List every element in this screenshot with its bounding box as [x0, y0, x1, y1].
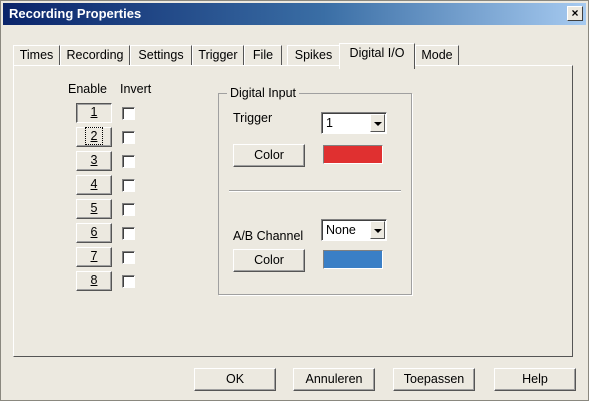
chevron-down-icon[interactable] [370, 114, 385, 132]
enable-button-1[interactable]: 1 [76, 103, 112, 123]
invert-checkbox-6[interactable] [122, 227, 135, 240]
tab-mode[interactable]: Mode [415, 45, 459, 67]
tab-file[interactable]: File [244, 45, 282, 67]
trigger-select[interactable]: 1 [321, 112, 387, 134]
tab-settings[interactable]: Settings [130, 45, 192, 67]
invert-header: Invert [120, 82, 152, 96]
digital-io-panel: Enable Invert 1 2 3 4 5 6 7 8 Digital In… [13, 65, 573, 357]
ab-channel-label: A/B Channel [233, 229, 304, 243]
tab-times[interactable]: Times [13, 45, 60, 67]
close-button[interactable]: × [567, 6, 583, 21]
ok-button[interactable]: OK [194, 368, 276, 391]
enable-button-6-label: 6 [90, 225, 98, 239]
invert-checkbox-4[interactable] [122, 179, 135, 192]
cancel-button[interactable]: Annuleren [293, 368, 375, 391]
enable-button-2-label: 2 [84, 127, 104, 145]
invert-checkbox-7[interactable] [122, 251, 135, 264]
digital-input-group: Digital Input Trigger 1 Color A/B Channe… [218, 86, 412, 295]
enable-header: Enable [68, 82, 107, 96]
chevron-down-icon[interactable] [370, 221, 385, 239]
tab-digital-io[interactable]: Digital I/O [339, 43, 415, 69]
ab-channel-select-value: None [326, 223, 356, 237]
apply-button[interactable]: Toepassen [393, 368, 475, 391]
ab-color-button[interactable]: Color [233, 249, 305, 272]
enable-button-8-label: 8 [90, 273, 98, 287]
invert-checkbox-2[interactable] [122, 131, 135, 144]
enable-button-4-label: 4 [90, 177, 98, 191]
tab-spikes[interactable]: Spikes [287, 45, 340, 67]
enable-button-5[interactable]: 5 [76, 199, 112, 219]
trigger-label: Trigger [233, 111, 273, 125]
enable-button-8[interactable]: 8 [76, 271, 112, 291]
window-title: Recording Properties [9, 6, 142, 21]
invert-checkbox-1[interactable] [122, 107, 135, 120]
group-divider [229, 190, 401, 192]
tab-strip: Times Recording Settings Trigger File Sp… [13, 43, 573, 69]
trigger-color-button[interactable]: Color [233, 144, 305, 167]
enable-button-4[interactable]: 4 [76, 175, 112, 195]
help-button[interactable]: Help [494, 368, 576, 391]
tab-trigger[interactable]: Trigger [192, 45, 244, 67]
invert-checkbox-8[interactable] [122, 275, 135, 288]
enable-button-3[interactable]: 3 [76, 151, 112, 171]
trigger-color-swatch [323, 145, 383, 164]
tab-recording[interactable]: Recording [60, 45, 130, 67]
recording-properties-dialog: Recording Properties × Times Recording S… [0, 0, 589, 401]
title-bar[interactable]: Recording Properties × [3, 3, 586, 25]
trigger-select-value: 1 [326, 116, 333, 130]
enable-button-7[interactable]: 7 [76, 247, 112, 267]
enable-button-6[interactable]: 6 [76, 223, 112, 243]
enable-button-5-label: 5 [90, 201, 98, 215]
enable-button-7-label: 7 [90, 249, 98, 263]
digital-input-title: Digital Input [227, 86, 300, 100]
invert-checkbox-5[interactable] [122, 203, 135, 216]
invert-checkbox-3[interactable] [122, 155, 135, 168]
enable-button-3-label: 3 [90, 153, 98, 167]
enable-button-2[interactable]: 2 [76, 127, 112, 147]
enable-button-1-label: 1 [90, 105, 98, 119]
ab-channel-select[interactable]: None [321, 219, 387, 241]
ab-color-swatch [323, 250, 383, 269]
